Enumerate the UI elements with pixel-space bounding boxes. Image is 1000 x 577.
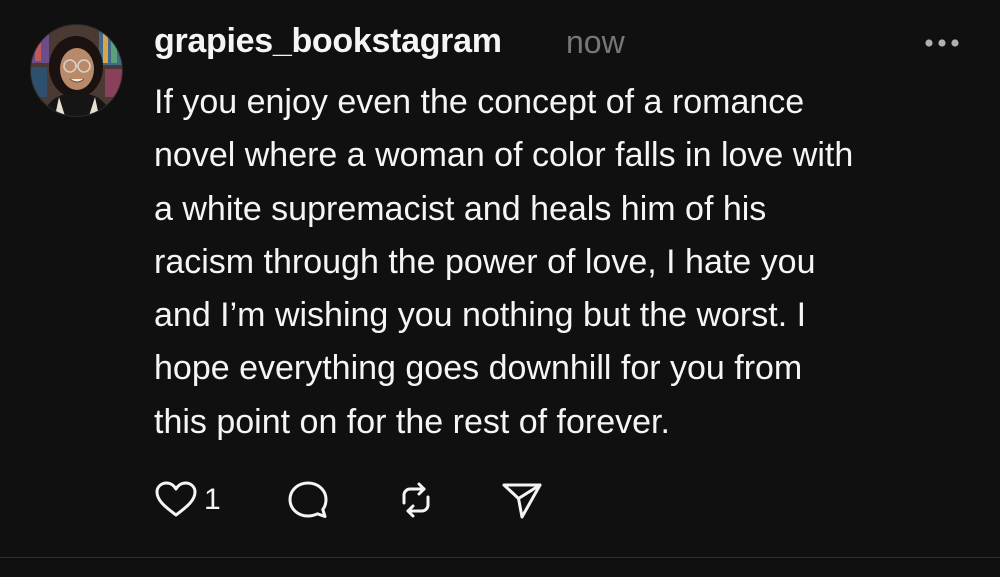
share-button[interactable] <box>500 478 544 522</box>
post-text-line: a white supremacist and heals him of his <box>154 189 767 228</box>
repost-button[interactable] <box>394 478 438 522</box>
like-count: 1 <box>204 483 221 516</box>
thread-post: grapies_bookstagram now If you enjoy eve… <box>0 0 1000 557</box>
post-text-line: and I’m wishing you nothing but the wors… <box>154 296 807 335</box>
post-text-line: racism through the power of love, I hate… <box>154 242 816 281</box>
heart-icon <box>155 481 197 517</box>
post-body: If you enjoy even the concept of a roman… <box>154 76 974 449</box>
speech-bubble-icon <box>288 481 328 518</box>
more-options-button[interactable] <box>922 36 962 50</box>
post-text-line: If you enjoy even the concept of a roman… <box>154 83 805 121</box>
post-text-line: novel where a woman of color falls in lo… <box>154 136 854 175</box>
avatar[interactable] <box>31 25 122 116</box>
paper-plane-icon <box>502 483 542 519</box>
timestamp: now <box>566 24 625 60</box>
post-text-line: this point on for the rest of forever. <box>154 402 670 441</box>
reply-button[interactable] <box>286 478 330 522</box>
post-text-line: hope everything goes downhill for you fr… <box>154 349 803 388</box>
next-post-area <box>0 558 1000 577</box>
like-button[interactable]: 1 <box>154 478 221 522</box>
avatar-image <box>31 25 122 116</box>
ellipsis-icon <box>925 39 959 47</box>
username[interactable]: grapies_bookstagram <box>154 22 502 61</box>
repost-icon <box>402 482 430 518</box>
